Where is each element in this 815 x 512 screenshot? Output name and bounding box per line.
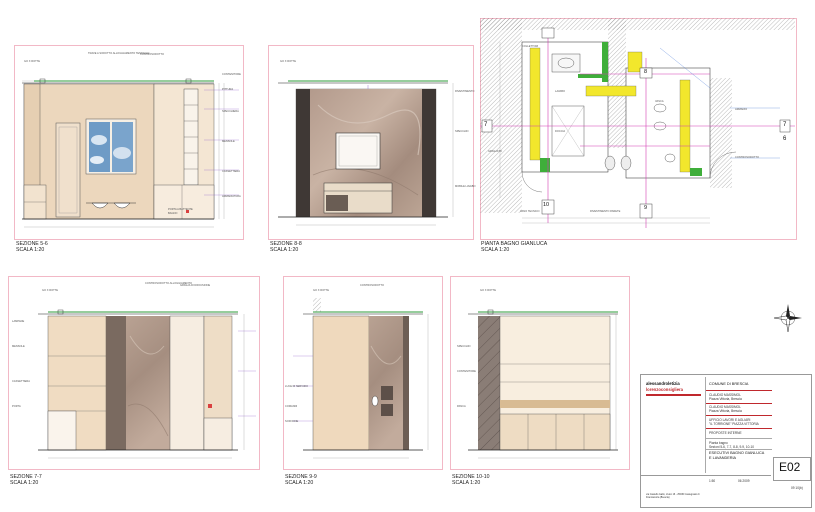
plan-annot-7: CONTROSOFFITTO — [735, 156, 760, 159]
sez77-annot-6: PORTA — [12, 405, 21, 408]
sez77-annot-5: CASSETTIERA — [12, 380, 31, 383]
tb-row-3: Piazza Vittoria, Brescia — [709, 409, 742, 413]
sez56-annot-4: SPECCHIERA — [222, 110, 239, 113]
plan-annot-0: COLLETTORI — [522, 45, 539, 48]
plan-annot-3: VASCA — [655, 100, 664, 103]
firm-name-line1: alessandroletizia — [646, 381, 680, 386]
tb-row-5: "IL TORRIONE" PIAZZA VITTORIA — [709, 422, 759, 426]
plan-marker-6: 6 — [783, 136, 787, 142]
row-divider — [706, 415, 772, 416]
sez77-annot-0: GO X ROTTE — [42, 289, 58, 292]
section-5-6-drawing — [22, 78, 239, 228]
section-10-10-drawing — [468, 309, 618, 459]
tb-row-1: Piazza Vittoria, Brescia — [709, 397, 742, 401]
view-scale: SCALA 1:20 — [16, 247, 45, 253]
sez1010-annot-1: SPECCHIO — [457, 345, 471, 348]
section-7-7-drawing — [38, 309, 256, 459]
row-divider — [706, 428, 772, 429]
row-divider — [706, 390, 772, 391]
plan-annot-5: GRIGLIATO — [488, 150, 502, 153]
client-header: COMUNE DI BRESCIA — [709, 382, 749, 386]
sez99-annot-1: CONTROSOFFITTO — [360, 284, 385, 287]
sez77-annot-2: GRIGLIA DI DIFFUSIONE — [180, 284, 211, 287]
client-column: COMUNE DI BRESCIA CLAUDIO MASSIMOL Piazz… — [705, 377, 772, 473]
sez56-annot-9: PORTA A BATTENTE — [168, 208, 193, 211]
view-title-sez-5-6: SEZIONE 5-6 SCALA 1:20 — [16, 241, 48, 253]
view-scale: SCALA 1:20 — [481, 247, 510, 253]
firm-name-line2: lorenzoconsigliera — [646, 387, 683, 392]
plan-annot-1: LAVABO — [555, 90, 565, 93]
sheet-code-note: 09 10(b) — [791, 486, 803, 490]
plan-marker-8: 8 — [644, 69, 648, 75]
plan-marker-10: 10 — [543, 202, 550, 208]
plan-annot-6: RIVESTIMENTO PARETE — [590, 210, 621, 213]
sez99-annot-3: COMANDI — [285, 405, 298, 408]
plan-annot-2: DOCCIA — [555, 130, 566, 133]
tb-row-10: E LAVANDERIA — [709, 456, 737, 460]
tb-row-9: ESECUTIVI BAGNO GIANLUCA — [709, 451, 765, 455]
sez56-annot-8: CONTENITORE — [222, 73, 241, 76]
section-8-8-drawing — [278, 80, 454, 226]
sez56-annot-0: GO X ROTTE — [24, 60, 40, 63]
bottom-band — [641, 475, 771, 508]
view-scale: SCALA 1:20 — [10, 480, 39, 486]
sez99-annot-4: SOFFIONE — [285, 420, 299, 423]
sez1010-annot-3: PANCA — [457, 405, 466, 408]
sez88-annot-0: GO X ROTTE — [280, 60, 296, 63]
sez56-annot-3: PITTURA — [222, 88, 234, 91]
view-scale: SCALA 1:20 — [270, 247, 299, 253]
sez56-annot-2: CONTROSOFFITTO — [140, 53, 165, 56]
date-box: 06 2009 — [738, 479, 750, 483]
compass-rose-icon — [773, 304, 802, 333]
plan-marker-7-right: 7 — [783, 122, 787, 128]
sez56-annot-5: MENSOLE — [222, 140, 235, 143]
plan-annot-4: ARMADIO — [735, 108, 748, 111]
sez56-annot-10: BAGNO — [168, 212, 178, 215]
plan-marker-7-left: 7 — [484, 122, 488, 128]
sez1010-annot-0: GO X ROTTE — [480, 289, 496, 292]
plan-annot-8: VANO TECNICO — [520, 210, 540, 213]
row-divider — [706, 403, 772, 404]
drawing-sheet: GO X ROTTE TRAVE A SOFFITTO ALLOGGIAMENT… — [0, 0, 815, 512]
view-title-sez-7-7: SEZIONE 7-7 SCALA 1:20 — [10, 474, 42, 486]
title-block: alessandroletizia lorenzoconsigliera COM… — [640, 374, 812, 508]
row-divider — [706, 438, 772, 439]
sez88-annot-1: RIVESTIMENTO — [455, 90, 475, 93]
sez88-annot-2: SPECCHIO — [455, 130, 469, 133]
plan-marker-9: 9 — [644, 205, 648, 211]
plan-drawing — [480, 18, 795, 228]
firm-address: via Castello Gallo, civico 16 - 25030 Ca… — [646, 493, 700, 499]
view-scale: SCALA 1:20 — [285, 480, 314, 486]
sez99-annot-0: GO X ROTTE — [313, 289, 329, 292]
sez99-annot-2: LUCE DI SERVIZIO — [285, 385, 309, 388]
view-title-sez-9-9: SEZIONE 9-9 SCALA 1:20 — [285, 474, 317, 486]
section-9-9-drawing — [293, 298, 429, 459]
tb-row-6: PROPOSTE INTERNE — [709, 431, 742, 435]
view-scale: SCALA 1:20 — [452, 480, 481, 486]
view-title-plan: PIANTA BAGNO GIANLUCA SCALA 1:20 — [481, 241, 547, 253]
row-divider — [706, 449, 772, 450]
sez88-annot-3: MOBILE LAVABO — [455, 185, 476, 188]
sez77-annot-3: LAMPADE — [12, 320, 25, 323]
sez56-annot-6: CASSETTIERA — [222, 170, 241, 173]
sheet-code: E02 — [779, 460, 801, 474]
scale-box: 1:50 — [709, 479, 716, 483]
firm-logo-bar — [646, 394, 701, 396]
view-title-sez-8-8: SEZIONE 8-8 SCALA 1:20 — [270, 241, 302, 253]
view-title-sez-10-10: SEZIONE 10-10 SCALA 1:20 — [452, 474, 489, 486]
sheet-code-box: E02 — [773, 457, 811, 481]
sez1010-annot-2: CONTENITORE — [457, 370, 476, 373]
sez77-annot-4: MENSOLE — [12, 345, 25, 348]
sez56-annot-7: ARMADIATURA — [222, 195, 241, 198]
